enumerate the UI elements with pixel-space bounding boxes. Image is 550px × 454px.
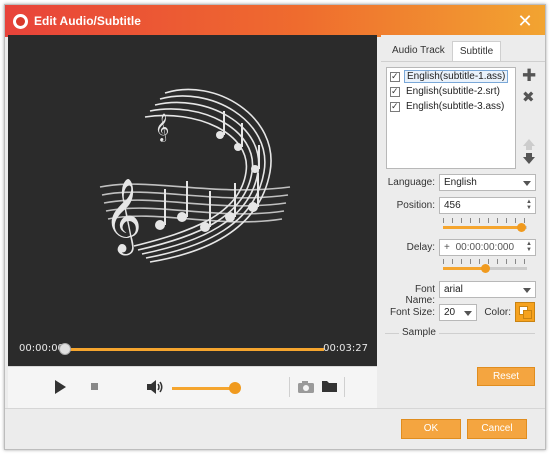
total-time: 00:03:27: [323, 343, 368, 354]
camera-icon[interactable]: [297, 380, 315, 394]
language-value: English: [444, 177, 477, 188]
color-picker-button[interactable]: [515, 302, 535, 322]
subtitle-checkbox[interactable]: [390, 86, 400, 97]
add-icon[interactable]: ✚: [522, 67, 536, 84]
delay-label: Delay:: [406, 242, 435, 253]
edit-audio-subtitle-dialog: Edit Audio/Subtitle ✕ 𝄞 𝄞 00:00:00 00:03…: [4, 4, 546, 450]
chevron-down-icon: [523, 181, 531, 186]
position-label: Position:: [396, 200, 435, 211]
subtitle-panel: Audio Track Subtitle English(subtitle-1.…: [381, 35, 545, 408]
list-item[interactable]: English(subtitle-3.ass): [387, 100, 515, 113]
move-up-icon[interactable]: [523, 139, 535, 146]
tab-bar: Audio Track Subtitle: [385, 41, 502, 61]
tab-audio-track[interactable]: Audio Track: [385, 41, 452, 61]
font-name-select[interactable]: arial: [439, 281, 536, 298]
ok-button[interactable]: OK: [401, 419, 461, 439]
font-size-select[interactable]: 20: [439, 304, 477, 321]
close-icon[interactable]: ✕: [515, 11, 535, 31]
subtitle-label: English(subtitle-2.srt): [406, 86, 500, 97]
delay-slider[interactable]: [443, 259, 527, 273]
delay-stepper[interactable]: + 00:00:00:000 ▲ ▼: [439, 239, 536, 256]
playback-controls: [8, 366, 377, 408]
position-slider-handle[interactable]: [517, 223, 526, 232]
font-size-value: 20: [444, 307, 456, 318]
stepper-arrows-icon[interactable]: ▲ ▼: [526, 199, 532, 211]
volume-icon[interactable]: [146, 379, 164, 395]
chevron-down-icon: [464, 311, 472, 316]
subtitle-checkbox[interactable]: [390, 101, 400, 112]
language-label: Language:: [387, 177, 435, 188]
delay-value: 00:00:00:000: [455, 242, 515, 253]
font-name-label: Font Name:: [405, 284, 435, 306]
position-slider[interactable]: [443, 218, 527, 232]
subtitle-list: English(subtitle-1.ass) English(subtitle…: [386, 67, 516, 169]
subtitle-label: English(subtitle-3.ass): [406, 101, 505, 112]
volume-slider[interactable]: [172, 387, 236, 390]
subtitle-checkbox[interactable]: [390, 71, 400, 82]
stop-icon[interactable]: [91, 383, 98, 390]
sample-label: Sample: [399, 327, 439, 338]
seek-handle[interactable]: [59, 343, 71, 355]
svg-text:𝄞: 𝄞: [155, 113, 169, 142]
position-value: 456: [444, 200, 461, 211]
delay-slider-handle[interactable]: [481, 264, 490, 273]
window-title: Edit Audio/Subtitle: [34, 14, 141, 28]
delay-sign: +: [444, 242, 450, 253]
folder-icon[interactable]: [321, 379, 338, 393]
subtitle-label: English(subtitle-1.ass): [404, 70, 509, 83]
chevron-down-icon: [523, 288, 531, 293]
play-icon[interactable]: [55, 380, 66, 394]
current-time: 00:00:00: [19, 343, 64, 354]
position-stepper[interactable]: 456 ▲ ▼: [439, 197, 536, 214]
list-item[interactable]: English(subtitle-1.ass): [387, 70, 515, 83]
cancel-button[interactable]: Cancel: [467, 419, 527, 439]
color-label: Color:: [484, 307, 511, 318]
divider: [344, 377, 345, 397]
font-size-label: Font Size:: [389, 307, 435, 318]
dialog-footer: OK Cancel: [5, 408, 545, 449]
remove-icon[interactable]: ✖: [522, 89, 535, 106]
app-logo-icon: [13, 13, 28, 29]
list-item[interactable]: English(subtitle-2.srt): [387, 85, 515, 98]
language-select[interactable]: English: [439, 174, 536, 191]
title-bar: Edit Audio/Subtitle ✕: [5, 5, 545, 37]
reset-button[interactable]: Reset: [477, 367, 535, 386]
tab-subtitle[interactable]: Subtitle: [451, 41, 502, 61]
divider: [289, 377, 290, 397]
stepper-arrows-icon[interactable]: ▲ ▼: [526, 241, 532, 253]
font-name-value: arial: [444, 284, 463, 295]
tab-divider: [381, 61, 545, 62]
music-notes-artwork: 𝄞 𝄞: [99, 88, 291, 263]
video-preview: 𝄞 𝄞: [8, 35, 377, 332]
move-up-stem: [526, 146, 532, 150]
move-down-icon[interactable]: [523, 157, 535, 164]
seek-bar-area: 00:00:00 00:03:27: [8, 332, 377, 366]
svg-text:𝄞: 𝄞: [104, 179, 142, 256]
seek-track[interactable]: [62, 348, 324, 351]
volume-handle[interactable]: [229, 382, 241, 394]
